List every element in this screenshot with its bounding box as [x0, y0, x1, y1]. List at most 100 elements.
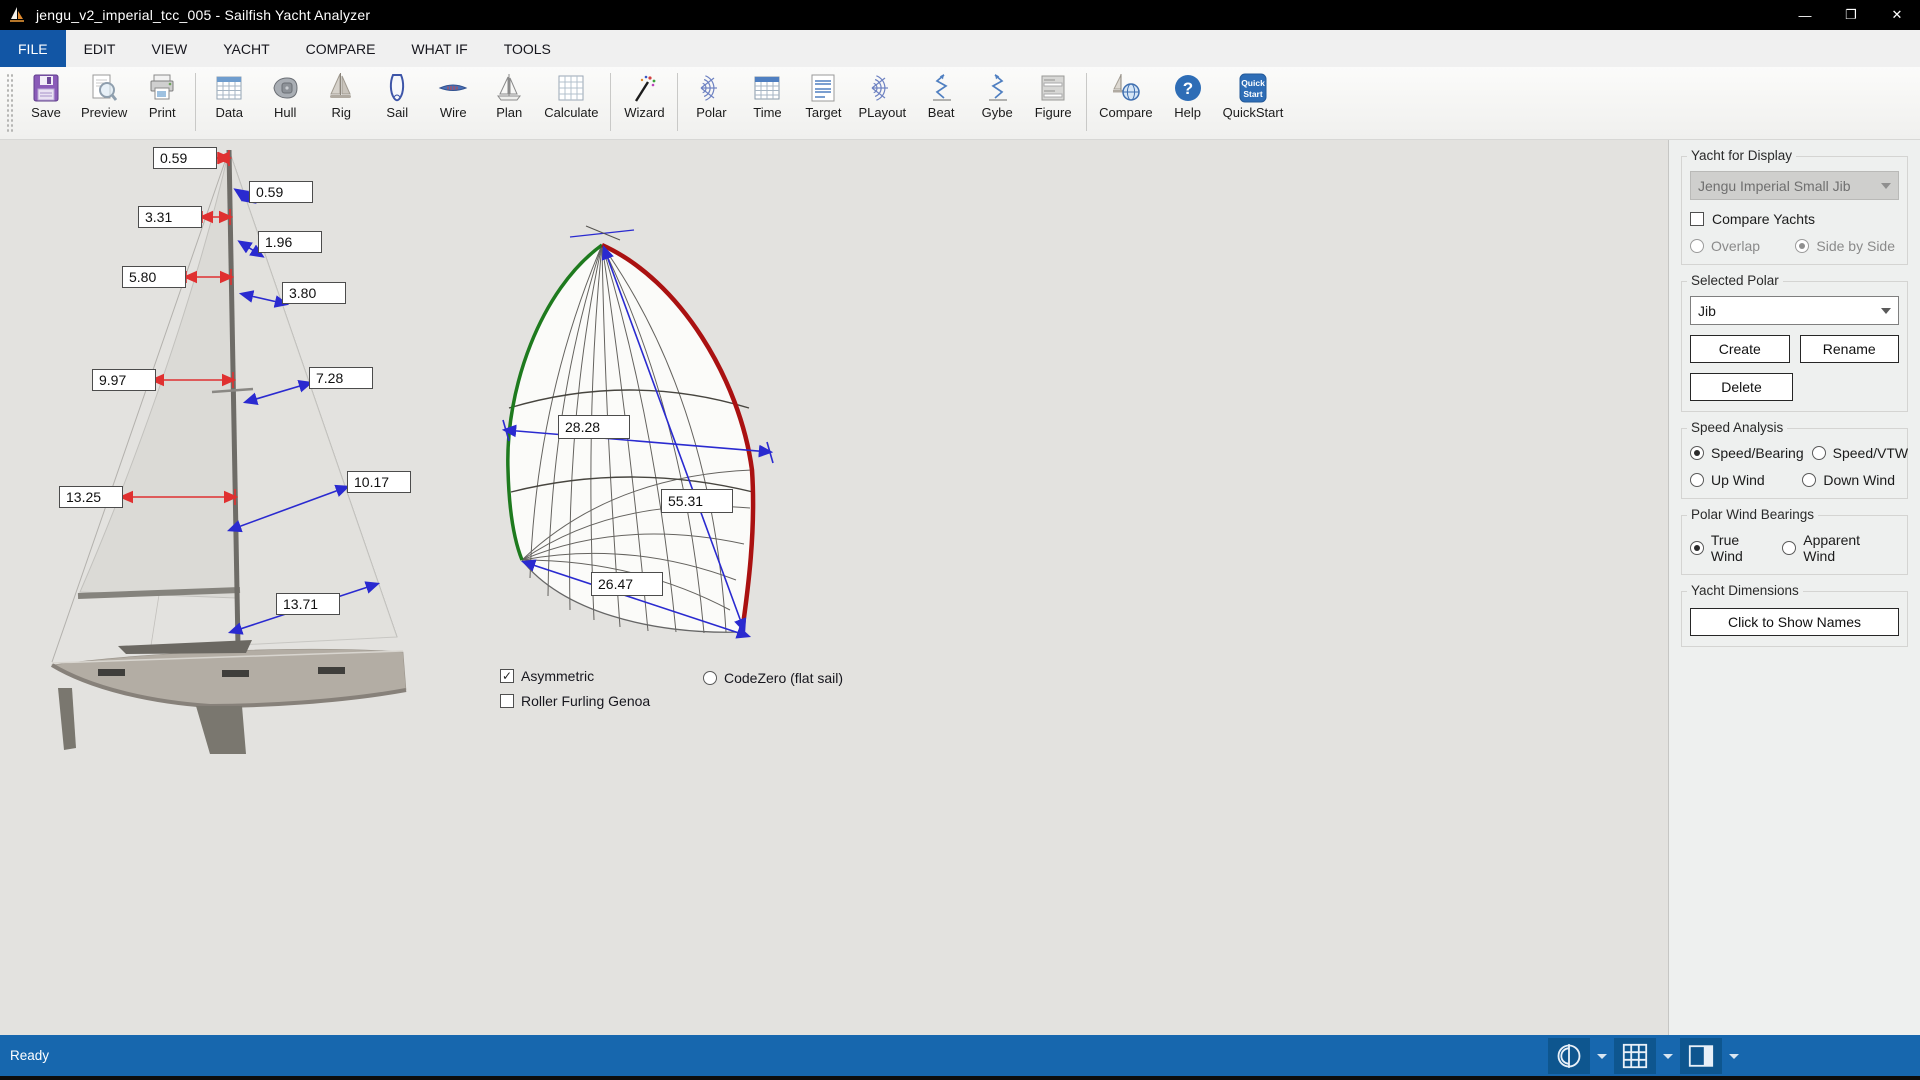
svg-text:Start: Start: [1243, 89, 1263, 99]
menu-what-if[interactable]: WHAT IF: [393, 30, 485, 67]
close-button[interactable]: ✕: [1874, 0, 1920, 30]
overlap-option[interactable]: Overlap: [1690, 238, 1760, 254]
dimension-label-red: 3.31: [138, 206, 202, 228]
data-button[interactable]: Data: [201, 67, 257, 120]
down-wind-radio[interactable]: [1802, 473, 1816, 487]
beat-zigzag-icon: [925, 72, 957, 104]
drawing-canvas: 0.59 3.31 5.80 9.97 13.25 0.59 1.96 3.80…: [0, 140, 1668, 1035]
plan-drawing-icon: [493, 72, 525, 104]
polar-wind-bearings-title: Polar Wind Bearings: [1687, 507, 1818, 522]
show-names-button[interactable]: Click to Show Names: [1690, 608, 1899, 636]
quickstart-button[interactable]: Quick Start QuickStart: [1216, 67, 1291, 120]
help-button[interactable]: ? Help: [1160, 67, 1216, 120]
speed-vtw-option[interactable]: Speed/VTW: [1812, 445, 1908, 461]
hull-top-view-icon: [269, 72, 301, 104]
print-button[interactable]: Print: [134, 67, 190, 120]
wire-sections-icon: [437, 72, 469, 104]
app-icon: [6, 4, 28, 26]
yacht-select-value: Jengu Imperial Small Jib: [1698, 178, 1851, 194]
roller-furling-checkbox[interactable]: [500, 694, 514, 708]
compare-yachts-checkbox[interactable]: [1690, 212, 1704, 226]
gybe-button[interactable]: Gybe: [969, 67, 1025, 120]
calculate-button[interactable]: Calculate: [537, 67, 605, 120]
speed-analysis-title: Speed Analysis: [1687, 420, 1787, 435]
compare-yachts-option[interactable]: Compare Yachts: [1690, 211, 1899, 227]
preview-button[interactable]: Preview: [74, 67, 134, 120]
roller-furling-label: Roller Furling Genoa: [521, 693, 650, 709]
true-wind-radio[interactable]: [1690, 541, 1704, 555]
polar-display-dropdown-arrow[interactable]: [1597, 1054, 1607, 1059]
create-button[interactable]: Create: [1690, 335, 1790, 363]
status-ready-text: Ready: [10, 1048, 49, 1063]
grid-display-toggle[interactable]: [1614, 1038, 1656, 1074]
codezero-radio[interactable]: [703, 671, 717, 685]
apparent-wind-option[interactable]: Apparent Wind: [1782, 532, 1895, 564]
grid-display-dropdown-arrow[interactable]: [1663, 1054, 1673, 1059]
up-wind-radio[interactable]: [1690, 473, 1704, 487]
gybe-zigzag-icon: [981, 72, 1013, 104]
toolbar-separator: [195, 73, 196, 131]
time-button[interactable]: Time: [739, 67, 795, 120]
asymmetric-label: Asymmetric: [521, 668, 594, 684]
overlap-radio[interactable]: [1690, 239, 1704, 253]
minimize-button[interactable]: —: [1782, 0, 1828, 30]
figure-button[interactable]: Figure: [1025, 67, 1081, 120]
roller-furling-option[interactable]: Roller Furling Genoa: [500, 693, 650, 709]
sail-button[interactable]: Sail: [369, 67, 425, 120]
polar-select[interactable]: Jib: [1690, 296, 1899, 325]
asymmetric-checkbox[interactable]: ✓: [500, 669, 514, 683]
codezero-option[interactable]: CodeZero (flat sail): [703, 670, 843, 686]
speed-bearing-radio[interactable]: [1690, 446, 1704, 460]
menu-file[interactable]: FILE: [0, 30, 66, 67]
wire-button[interactable]: Wire: [425, 67, 481, 120]
grid-icon: [1621, 1042, 1649, 1070]
speed-vtw-radio[interactable]: [1812, 446, 1826, 460]
delete-button[interactable]: Delete: [1690, 373, 1793, 401]
wizard-button[interactable]: Wizard: [616, 67, 672, 120]
side-by-side-option[interactable]: Side by Side: [1795, 238, 1895, 254]
right-panel: Yacht for Display Jengu Imperial Small J…: [1668, 140, 1920, 1035]
rig-button[interactable]: Rig: [313, 67, 369, 120]
up-wind-option[interactable]: Up Wind: [1690, 472, 1765, 488]
polar-button[interactable]: Polar: [683, 67, 739, 120]
split-view-toggle[interactable]: [1680, 1038, 1722, 1074]
menu-compare[interactable]: COMPARE: [288, 30, 394, 67]
beat-button[interactable]: Beat: [913, 67, 969, 120]
asymmetric-option[interactable]: ✓ Asymmetric: [500, 668, 594, 684]
dimension-label-blue: 10.17: [347, 471, 411, 493]
yacht-profile: [52, 150, 406, 754]
rename-button[interactable]: Rename: [1800, 335, 1900, 363]
save-button[interactable]: Save: [18, 67, 74, 120]
apparent-wind-radio[interactable]: [1782, 541, 1796, 555]
toolbar: Save Preview Print Data: [0, 67, 1920, 140]
speed-bearing-option[interactable]: Speed/Bearing: [1690, 445, 1804, 461]
svg-text:Quick: Quick: [1241, 78, 1265, 88]
polar-display-toggle[interactable]: [1548, 1038, 1590, 1074]
toolbar-separator: [677, 73, 678, 131]
menu-view[interactable]: VIEW: [133, 30, 205, 67]
hull-button[interactable]: Hull: [257, 67, 313, 120]
true-wind-option[interactable]: True Wind: [1690, 532, 1774, 564]
toolbar-separator: [610, 73, 611, 131]
plan-button[interactable]: Plan: [481, 67, 537, 120]
menu-yacht[interactable]: YACHT: [205, 30, 287, 67]
toolbar-gripper[interactable]: [6, 73, 14, 133]
menu-tools[interactable]: TOOLS: [486, 30, 569, 67]
dimension-label-sail: 26.47: [591, 572, 663, 596]
menu-edit[interactable]: EDIT: [66, 30, 134, 67]
split-view-dropdown-arrow[interactable]: [1729, 1054, 1739, 1059]
side-by-side-radio[interactable]: [1795, 239, 1809, 253]
yacht-for-display-title: Yacht for Display: [1687, 148, 1796, 163]
split-panel-icon: [1687, 1042, 1715, 1070]
rig-sailboat-icon: [325, 72, 357, 104]
dimension-label-red: 0.59: [153, 147, 217, 169]
yacht-select[interactable]: Jengu Imperial Small Jib: [1690, 171, 1899, 200]
down-wind-option[interactable]: Down Wind: [1802, 472, 1895, 488]
target-button[interactable]: Target: [795, 67, 851, 120]
compare-button[interactable]: Compare: [1092, 67, 1159, 120]
playout-button[interactable]: PLayout: [851, 67, 913, 120]
dimension-label-red: 9.97: [92, 369, 156, 391]
bottom-edge-strip: [0, 1076, 1920, 1080]
maximize-button[interactable]: ❐: [1828, 0, 1874, 30]
speed-analysis-group: Speed Analysis Speed/Bearing Speed/VTW U…: [1681, 428, 1908, 499]
